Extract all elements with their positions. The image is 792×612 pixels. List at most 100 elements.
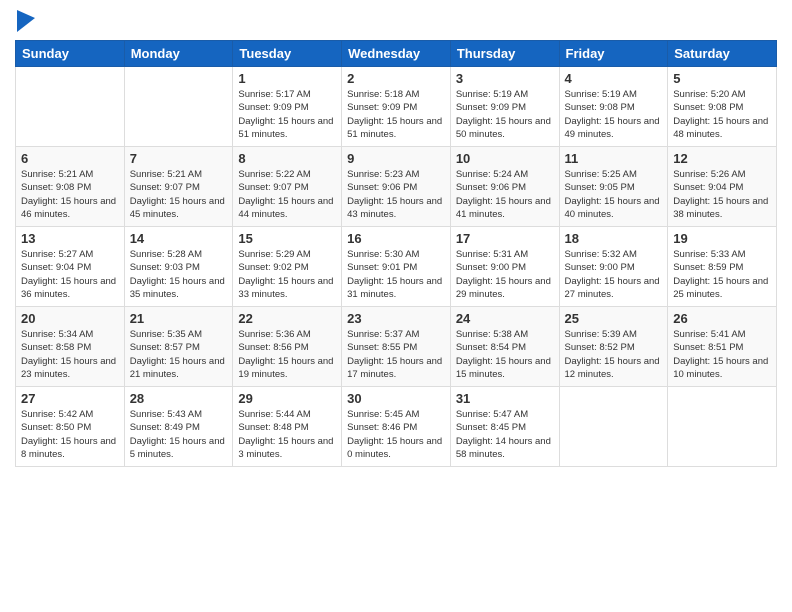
day-info: Sunrise: 5:20 AMSunset: 9:08 PMDaylight:… xyxy=(673,88,771,141)
day-number: 24 xyxy=(456,311,554,326)
day-info: Sunrise: 5:42 AMSunset: 8:50 PMDaylight:… xyxy=(21,408,119,461)
calendar-cell xyxy=(124,67,233,147)
day-number: 21 xyxy=(130,311,228,326)
day-info: Sunrise: 5:28 AMSunset: 9:03 PMDaylight:… xyxy=(130,248,228,301)
calendar-cell: 26 Sunrise: 5:41 AMSunset: 8:51 PMDayligh… xyxy=(668,307,777,387)
calendar-cell: 19Sunrise: 5:33 AMSunset: 8:59 PMDayligh… xyxy=(668,227,777,307)
calendar-week-row: 6 Sunrise: 5:21 AMSunset: 9:08 PMDaylight… xyxy=(16,147,777,227)
day-number: 7 xyxy=(130,151,228,166)
day-info: Sunrise: 5:27 AMSunset: 9:04 PMDaylight:… xyxy=(21,248,119,301)
day-info: Sunrise: 5:31 AMSunset: 9:00 PMDaylight:… xyxy=(456,248,554,301)
calendar-cell: 1Sunrise: 5:17 AMSunset: 9:09 PMDaylight… xyxy=(233,67,342,147)
day-number: 20 xyxy=(21,311,119,326)
page: SundayMondayTuesdayWednesdayThursdayFrid… xyxy=(0,0,792,482)
day-info: Sunrise: 5:47 AMSunset: 8:45 PMDaylight:… xyxy=(456,408,554,461)
calendar-cell: 13 Sunrise: 5:27 AMSunset: 9:04 PMDayligh… xyxy=(16,227,125,307)
calendar-cell: 5 Sunrise: 5:20 AMSunset: 9:08 PMDaylight… xyxy=(668,67,777,147)
day-info: Sunrise: 5:26 AMSunset: 9:04 PMDaylight:… xyxy=(673,168,771,221)
day-number: 28 xyxy=(130,391,228,406)
calendar-cell: 2 Sunrise: 5:18 AMSunset: 9:09 PMDaylight… xyxy=(342,67,451,147)
day-number: 31 xyxy=(456,391,554,406)
day-info: Sunrise: 5:21 AMSunset: 9:08 PMDaylight:… xyxy=(21,168,119,221)
day-info: Sunrise: 5:37 AMSunset: 8:55 PMDaylight:… xyxy=(347,328,445,381)
header xyxy=(15,10,777,32)
day-number: 25 xyxy=(565,311,663,326)
day-info: Sunrise: 5:36 AMSunset: 8:56 PMDaylight:… xyxy=(238,328,336,381)
day-info: Sunrise: 5:29 AMSunset: 9:02 PMDaylight:… xyxy=(238,248,336,301)
weekday-header: Saturday xyxy=(668,41,777,67)
day-number: 30 xyxy=(347,391,445,406)
weekday-header: Tuesday xyxy=(233,41,342,67)
day-info: Sunrise: 5:38 AMSunset: 8:54 PMDaylight:… xyxy=(456,328,554,381)
day-number: 11 xyxy=(565,151,663,166)
logo xyxy=(15,10,35,32)
calendar-cell: 22Sunrise: 5:36 AMSunset: 8:56 PMDayligh… xyxy=(233,307,342,387)
day-info: Sunrise: 5:23 AMSunset: 9:06 PMDaylight:… xyxy=(347,168,445,221)
day-number: 27 xyxy=(21,391,119,406)
weekday-header: Wednesday xyxy=(342,41,451,67)
calendar-cell: 12 Sunrise: 5:26 AMSunset: 9:04 PMDayligh… xyxy=(668,147,777,227)
calendar-week-row: 13 Sunrise: 5:27 AMSunset: 9:04 PMDayligh… xyxy=(16,227,777,307)
calendar-cell: 14 Sunrise: 5:28 AMSunset: 9:03 PMDayligh… xyxy=(124,227,233,307)
day-number: 14 xyxy=(130,231,228,246)
day-info: Sunrise: 5:18 AMSunset: 9:09 PMDaylight:… xyxy=(347,88,445,141)
day-number: 12 xyxy=(673,151,771,166)
calendar-cell: 25 Sunrise: 5:39 AMSunset: 8:52 PMDayligh… xyxy=(559,307,668,387)
calendar-cell: 17 Sunrise: 5:31 AMSunset: 9:00 PMDayligh… xyxy=(450,227,559,307)
calendar-header-row: SundayMondayTuesdayWednesdayThursdayFrid… xyxy=(16,41,777,67)
calendar-cell xyxy=(559,387,668,467)
day-number: 10 xyxy=(456,151,554,166)
day-number: 3 xyxy=(456,71,554,86)
calendar-cell: 8 Sunrise: 5:22 AMSunset: 9:07 PMDaylight… xyxy=(233,147,342,227)
day-info: Sunrise: 5:19 AMSunset: 9:09 PMDaylight:… xyxy=(456,88,554,141)
day-number: 26 xyxy=(673,311,771,326)
day-number: 15 xyxy=(238,231,336,246)
calendar-cell: 11 Sunrise: 5:25 AMSunset: 9:05 PMDayligh… xyxy=(559,147,668,227)
day-info: Sunrise: 5:22 AMSunset: 9:07 PMDaylight:… xyxy=(238,168,336,221)
calendar-week-row: 27 Sunrise: 5:42 AMSunset: 8:50 PMDayligh… xyxy=(16,387,777,467)
weekday-header: Friday xyxy=(559,41,668,67)
day-info: Sunrise: 5:41 AMSunset: 8:51 PMDaylight:… xyxy=(673,328,771,381)
day-info: Sunrise: 5:32 AMSunset: 9:00 PMDaylight:… xyxy=(565,248,663,301)
day-number: 8 xyxy=(238,151,336,166)
calendar-cell: 18 Sunrise: 5:32 AMSunset: 9:00 PMDayligh… xyxy=(559,227,668,307)
day-info: Sunrise: 5:17 AMSunset: 9:09 PMDaylight:… xyxy=(238,88,336,141)
day-number: 6 xyxy=(21,151,119,166)
day-number: 17 xyxy=(456,231,554,246)
day-info: Sunrise: 5:45 AMSunset: 8:46 PMDaylight:… xyxy=(347,408,445,461)
day-info: Sunrise: 5:30 AMSunset: 9:01 PMDaylight:… xyxy=(347,248,445,301)
calendar-cell: 30 Sunrise: 5:45 AMSunset: 8:46 PMDayligh… xyxy=(342,387,451,467)
day-number: 29 xyxy=(238,391,336,406)
day-number: 4 xyxy=(565,71,663,86)
calendar-cell: 3 Sunrise: 5:19 AMSunset: 9:09 PMDaylight… xyxy=(450,67,559,147)
calendar-week-row: 20 Sunrise: 5:34 AMSunset: 8:58 PMDayligh… xyxy=(16,307,777,387)
logo-icon xyxy=(17,10,35,32)
day-number: 19 xyxy=(673,231,771,246)
calendar-cell: 23Sunrise: 5:37 AMSunset: 8:55 PMDayligh… xyxy=(342,307,451,387)
calendar-cell: 21Sunrise: 5:35 AMSunset: 8:57 PMDayligh… xyxy=(124,307,233,387)
calendar-cell: 20 Sunrise: 5:34 AMSunset: 8:58 PMDayligh… xyxy=(16,307,125,387)
day-info: Sunrise: 5:34 AMSunset: 8:58 PMDaylight:… xyxy=(21,328,119,381)
calendar-cell: 31 Sunrise: 5:47 AMSunset: 8:45 PMDayligh… xyxy=(450,387,559,467)
day-number: 9 xyxy=(347,151,445,166)
day-number: 18 xyxy=(565,231,663,246)
day-info: Sunrise: 5:21 AMSunset: 9:07 PMDaylight:… xyxy=(130,168,228,221)
calendar-cell: 4Sunrise: 5:19 AMSunset: 9:08 PMDaylight… xyxy=(559,67,668,147)
day-info: Sunrise: 5:43 AMSunset: 8:49 PMDaylight:… xyxy=(130,408,228,461)
day-number: 2 xyxy=(347,71,445,86)
day-info: Sunrise: 5:25 AMSunset: 9:05 PMDaylight:… xyxy=(565,168,663,221)
logo-text xyxy=(15,10,35,32)
calendar-cell xyxy=(668,387,777,467)
calendar-cell: 7 Sunrise: 5:21 AMSunset: 9:07 PMDaylight… xyxy=(124,147,233,227)
day-info: Sunrise: 5:24 AMSunset: 9:06 PMDaylight:… xyxy=(456,168,554,221)
weekday-header: Monday xyxy=(124,41,233,67)
calendar-cell: 29 Sunrise: 5:44 AMSunset: 8:48 PMDayligh… xyxy=(233,387,342,467)
day-number: 5 xyxy=(673,71,771,86)
calendar-cell: 27 Sunrise: 5:42 AMSunset: 8:50 PMDayligh… xyxy=(16,387,125,467)
calendar-cell: 16Sunrise: 5:30 AMSunset: 9:01 PMDayligh… xyxy=(342,227,451,307)
calendar-week-row: 1Sunrise: 5:17 AMSunset: 9:09 PMDaylight… xyxy=(16,67,777,147)
day-info: Sunrise: 5:44 AMSunset: 8:48 PMDaylight:… xyxy=(238,408,336,461)
calendar-cell: 28 Sunrise: 5:43 AMSunset: 8:49 PMDayligh… xyxy=(124,387,233,467)
day-info: Sunrise: 5:39 AMSunset: 8:52 PMDaylight:… xyxy=(565,328,663,381)
day-number: 13 xyxy=(21,231,119,246)
